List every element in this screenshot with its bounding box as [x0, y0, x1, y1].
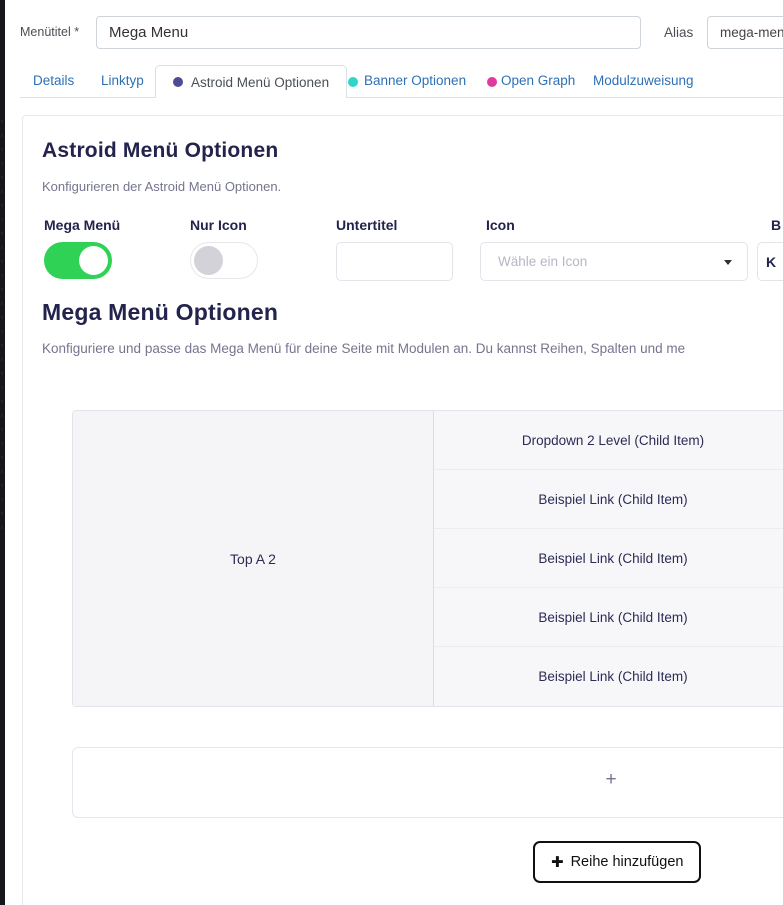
add-row-button-label: Reihe hinzufügen [571, 854, 684, 870]
clipped-admin-sidebar-edge [0, 0, 5, 905]
grid-child-row[interactable]: Beispiel Link (Child Item) [434, 647, 783, 706]
mega-menu-toggle[interactable] [44, 242, 112, 279]
grid-child-column: Dropdown 2 Level (Child Item) Beispiel L… [434, 411, 783, 706]
tab-details[interactable]: Details [33, 73, 74, 88]
grid-child-row[interactable]: Beispiel Link (Child Item) [434, 588, 783, 647]
mega-section-description: Konfiguriere und passe das Mega Menü für… [42, 341, 685, 356]
astroid-section-title: Astroid Menü Optionen [42, 139, 278, 163]
chevron-down-icon [724, 260, 732, 265]
menu-title-input[interactable] [96, 16, 641, 49]
clipped-badge-input[interactable] [757, 242, 783, 281]
icon-select[interactable]: Wähle ein Icon [480, 242, 748, 281]
plus-icon: ✚ [551, 855, 564, 870]
grid-child-row[interactable]: Dropdown 2 Level (Child Item) [434, 411, 783, 470]
icon-label: Icon [486, 217, 515, 233]
icon-select-placeholder: Wähle ein Icon [498, 254, 587, 269]
mega-menu-toggle-label: Mega Menü [44, 217, 120, 233]
nur-icon-toggle-knob [194, 246, 223, 275]
alias-input[interactable] [707, 16, 783, 49]
mega-menu-toggle-knob [79, 246, 108, 275]
mega-menu-grid: Top A 2 Dropdown 2 Level (Child Item) Be… [72, 410, 783, 707]
nur-icon-toggle-label: Nur Icon [190, 217, 247, 233]
untertitel-input[interactable] [336, 242, 453, 281]
untertitel-label: Untertitel [336, 217, 397, 233]
tab-bar-divider [20, 97, 783, 98]
tab-linktyp[interactable]: Linktyp [101, 73, 144, 88]
tab-modulzuweisung[interactable]: Modulzuweisung [593, 73, 694, 88]
mega-section-title: Mega Menü Optionen [42, 299, 278, 326]
menu-item-editor-screen: Menütitel * Alias Details Linktyp Astroi… [0, 0, 783, 905]
tab-astroid-label: Astroid Menü Optionen [191, 75, 329, 90]
alias-label: Alias [664, 25, 693, 40]
add-column-dropzone[interactable] [72, 747, 783, 818]
add-row-button[interactable]: ✚ Reihe hinzufügen [533, 841, 701, 883]
grid-child-row[interactable]: Beispiel Link (Child Item) [434, 529, 783, 588]
opengraph-tab-dot-icon [487, 77, 497, 87]
menu-title-label: Menütitel * [20, 25, 79, 39]
add-column-plus-icon[interactable]: + [605, 770, 616, 789]
tab-open-graph[interactable]: Open Graph [501, 73, 575, 88]
grid-parent-cell[interactable]: Top A 2 [73, 411, 434, 706]
nur-icon-toggle[interactable] [190, 242, 258, 279]
grid-child-row[interactable]: Beispiel Link (Child Item) [434, 470, 783, 529]
tab-astroid-menu-options-active[interactable]: Astroid Menü Optionen [155, 65, 347, 98]
astroid-tab-dot-icon [173, 77, 183, 87]
banner-tab-dot-icon [348, 77, 358, 87]
clipped-badge-label: B [771, 217, 781, 233]
tab-banner-options[interactable]: Banner Optionen [364, 73, 466, 88]
astroid-section-description: Konfigurieren der Astroid Menü Optionen. [42, 179, 281, 194]
